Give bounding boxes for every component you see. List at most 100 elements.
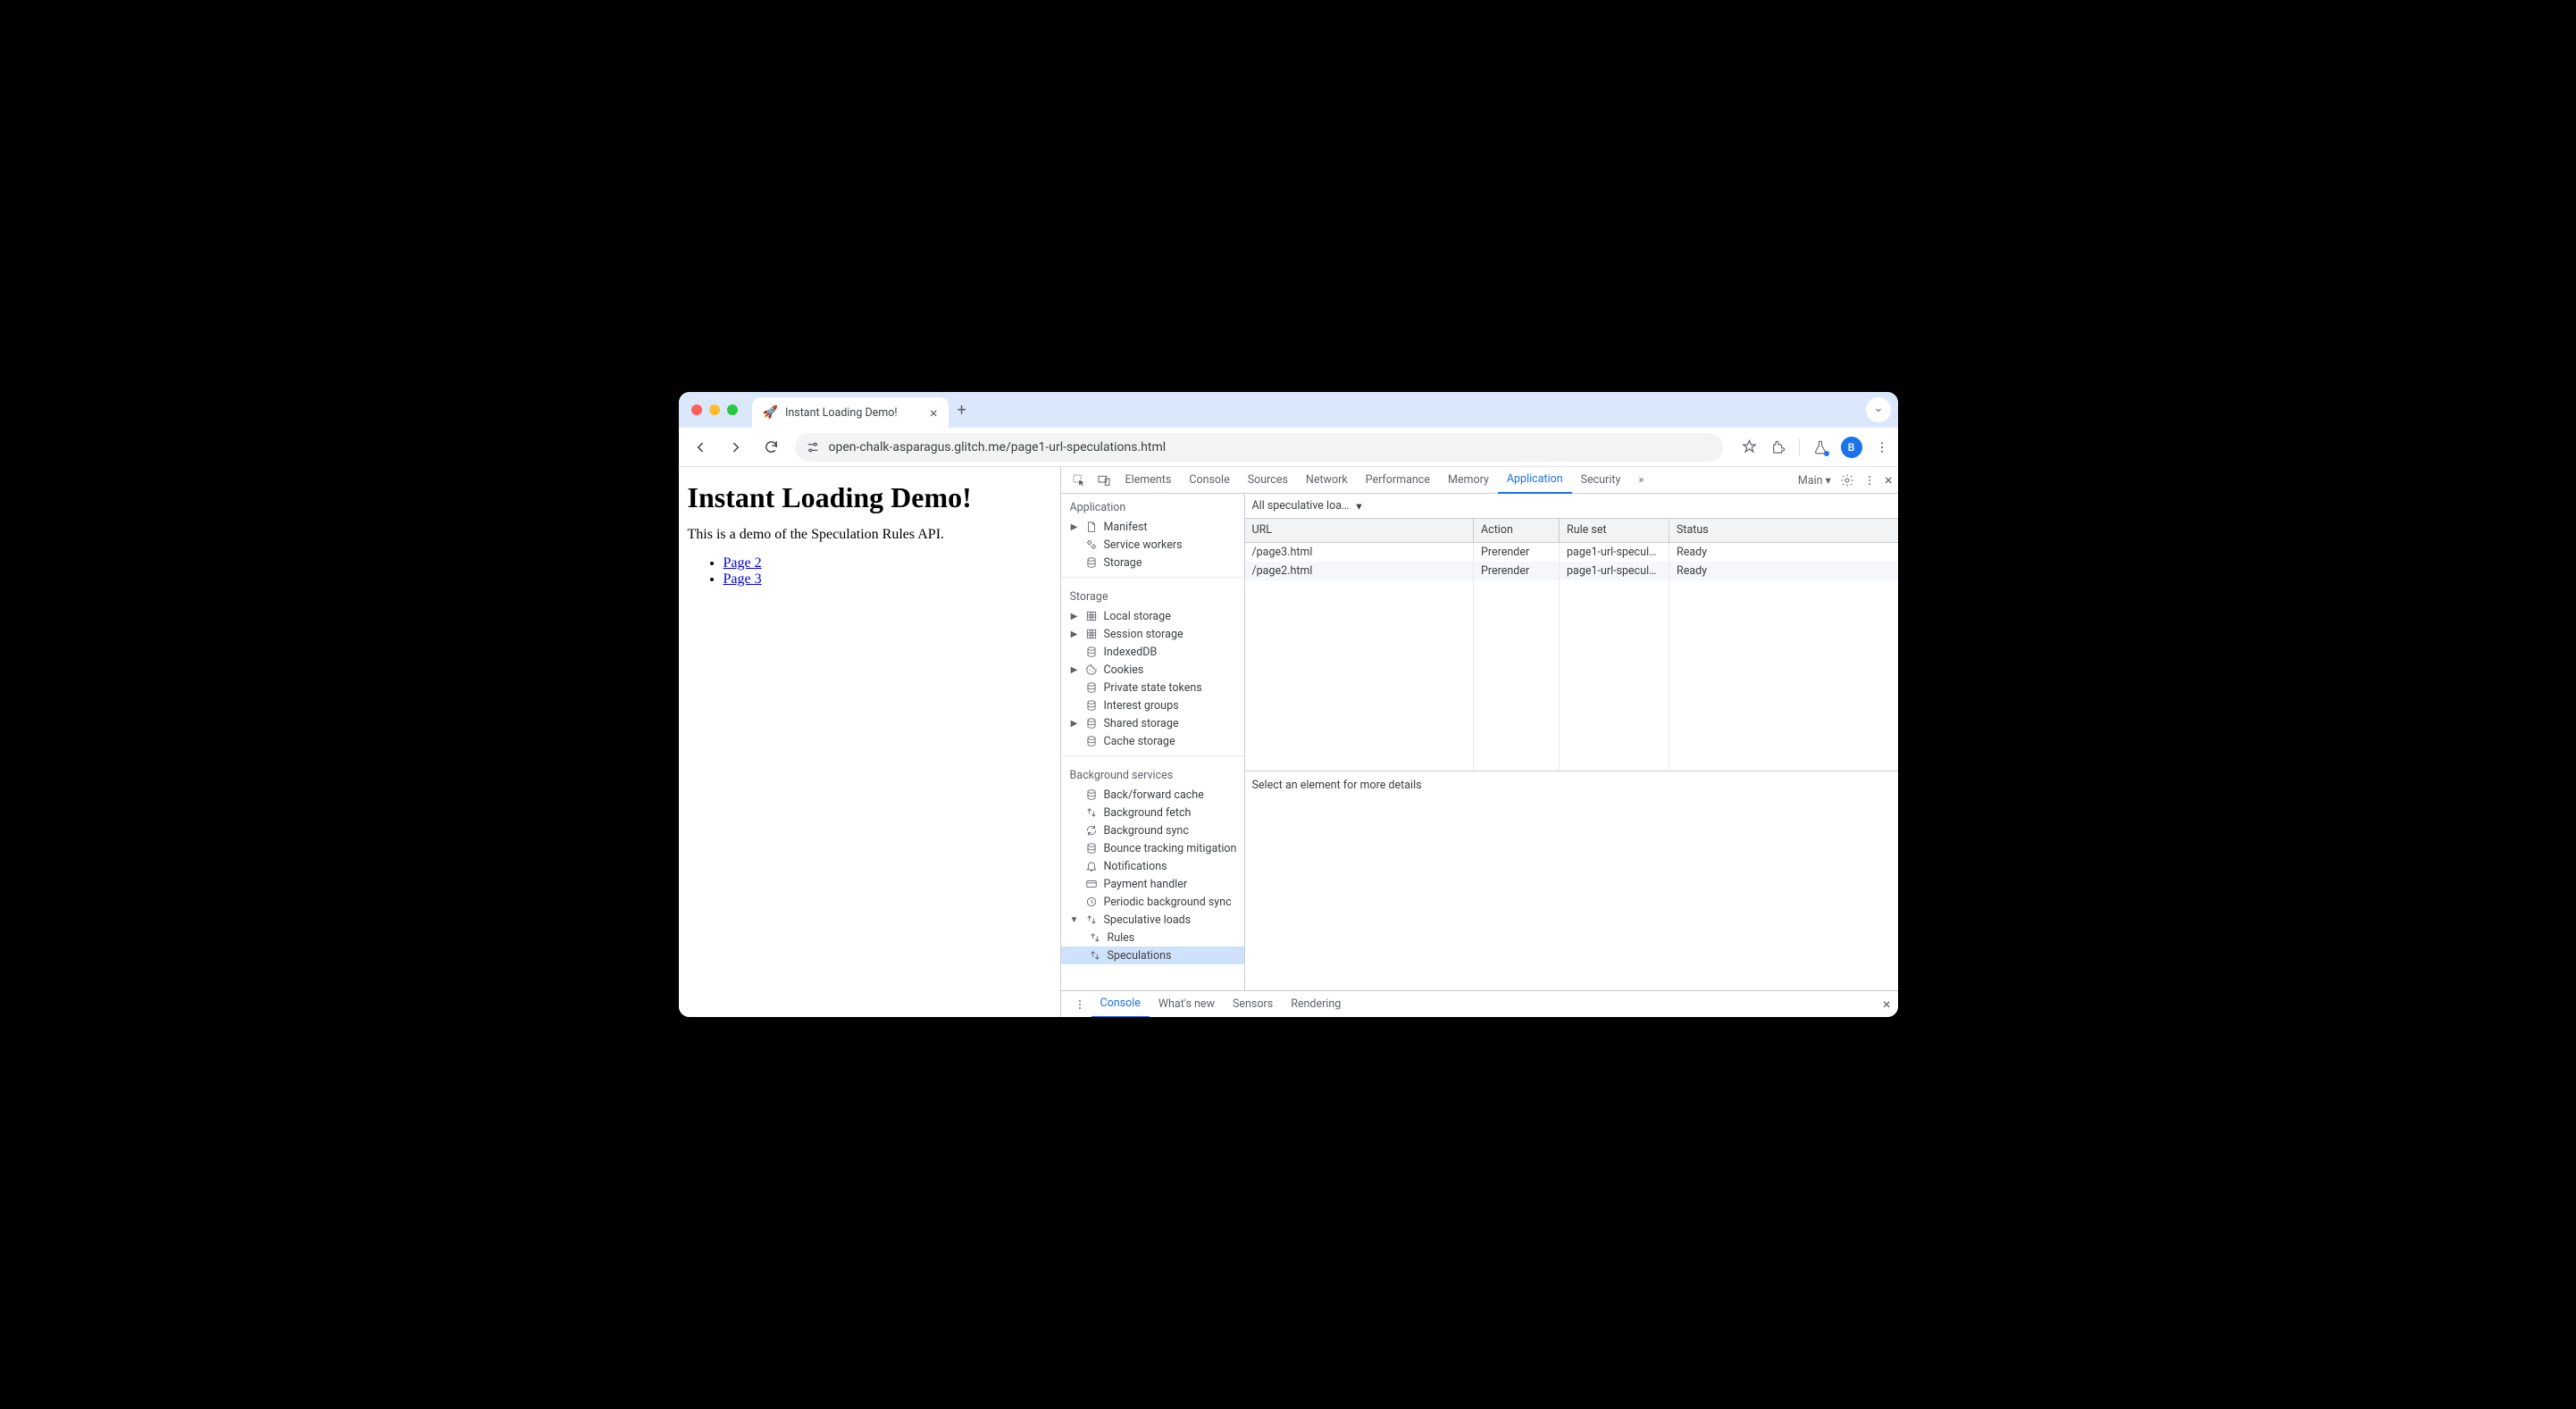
col-action[interactable]: Action xyxy=(1474,519,1560,542)
sidebar-item-label: Periodic background sync xyxy=(1104,896,1232,909)
sidebar-item[interactable]: Cache storage xyxy=(1061,732,1244,750)
drawer-tab-rendering[interactable]: Rendering xyxy=(1282,991,1350,1018)
table-empty-area xyxy=(1245,580,1898,772)
sidebar-item[interactable]: ▶Shared storage xyxy=(1061,714,1244,732)
omnibox[interactable]: open-chalk-asparagus.glitch.me/page1-url… xyxy=(795,433,1723,462)
sidebar-item[interactable]: Private state tokens xyxy=(1061,679,1244,696)
tab-overflow-button[interactable] xyxy=(1866,397,1891,422)
back-button[interactable] xyxy=(688,435,713,460)
tab-elements[interactable]: Elements xyxy=(1117,467,1181,494)
col-url[interactable]: URL xyxy=(1245,519,1474,542)
sidebar-item-label: Background sync xyxy=(1104,824,1189,838)
tab-favicon: 🚀 xyxy=(763,405,778,420)
labs-button[interactable] xyxy=(1812,439,1828,455)
db-icon xyxy=(1084,681,1099,694)
device-toolbar-button[interactable] xyxy=(1091,473,1117,488)
sidebar-item[interactable]: Storage xyxy=(1061,554,1244,571)
cell-action: Prerender xyxy=(1474,562,1560,580)
file-icon xyxy=(1084,521,1099,533)
application-main-panel: All speculative loa… ▾ URL Action Rule s… xyxy=(1245,494,1898,990)
drawer-tab-sensors[interactable]: Sensors xyxy=(1224,991,1282,1018)
sidebar-item[interactable]: IndexedDB xyxy=(1061,643,1244,661)
sidebar-item[interactable]: Background fetch xyxy=(1061,804,1244,821)
kebab-icon xyxy=(1863,474,1876,487)
sidebar-item[interactable]: Rules xyxy=(1061,929,1244,946)
sidebar-group-header: Background services xyxy=(1061,762,1244,786)
tab-network[interactable]: Network xyxy=(1297,467,1357,494)
drawer-tab-whatsnew[interactable]: What's new xyxy=(1150,991,1224,1018)
sidebar-item[interactable]: ▶Manifest xyxy=(1061,518,1244,536)
sidebar-item[interactable]: Interest groups xyxy=(1061,696,1244,714)
tab-performance[interactable]: Performance xyxy=(1357,467,1439,494)
sidebar-item[interactable]: Service workers xyxy=(1061,536,1244,554)
card-icon xyxy=(1084,878,1099,890)
sidebar-item-label: Service workers xyxy=(1104,538,1183,552)
browser-menu-button[interactable] xyxy=(1875,440,1889,454)
devtools-menu-button[interactable] xyxy=(1863,474,1876,487)
updown-icon xyxy=(1084,806,1099,819)
tab-memory[interactable]: Memory xyxy=(1439,467,1498,494)
db-icon xyxy=(1084,735,1099,747)
close-devtools-button[interactable]: × xyxy=(1885,471,1893,488)
devtools-settings-button[interactable] xyxy=(1840,473,1854,488)
gears-icon xyxy=(1084,538,1099,551)
tab-console[interactable]: Console xyxy=(1180,467,1238,494)
close-tab-icon[interactable]: × xyxy=(930,404,938,421)
inspect-icon xyxy=(1072,473,1086,488)
kebab-icon xyxy=(1074,998,1086,1011)
sidebar-item[interactable]: ▶Session storage xyxy=(1061,625,1244,643)
sidebar-item[interactable]: ▶Cookies xyxy=(1061,661,1244,679)
separator xyxy=(1799,438,1800,456)
sidebar-item-label: Speculative loads xyxy=(1104,913,1192,927)
drawer-tab-console[interactable]: Console xyxy=(1091,991,1150,1018)
sidebar-item[interactable]: Bounce tracking mitigation xyxy=(1061,839,1244,857)
sidebar-item[interactable]: Back/forward cache xyxy=(1061,786,1244,804)
sidebar-item[interactable]: Notifications xyxy=(1061,857,1244,875)
sidebar-item[interactable]: Background sync xyxy=(1061,821,1244,839)
speculation-filter-dropdown[interactable]: All speculative loa… ▾ xyxy=(1252,499,1362,513)
table-row[interactable]: /page2.htmlPrerenderpage1-url-specul…Rea… xyxy=(1245,562,1898,580)
bookmark-button[interactable] xyxy=(1741,438,1758,455)
minimize-window-button[interactable] xyxy=(709,404,720,415)
star-icon xyxy=(1741,438,1758,455)
table-row[interactable]: /page3.htmlPrerenderpage1-url-specul…Rea… xyxy=(1245,542,1898,562)
updown-icon xyxy=(1088,931,1102,944)
page-viewport: Instant Loading Demo! This is a demo of … xyxy=(679,467,1060,1017)
sidebar-item[interactable]: ▼Speculative loads xyxy=(1061,911,1244,929)
profile-avatar[interactable]: B xyxy=(1841,437,1862,458)
tab-application[interactable]: Application xyxy=(1498,467,1572,494)
target-selector[interactable]: Main ▾ xyxy=(1798,473,1831,488)
sidebar-item[interactable]: Periodic background sync xyxy=(1061,893,1244,911)
browser-window: 🚀 Instant Loading Demo! × + open-chalk-a… xyxy=(679,392,1898,1017)
drawer-menu-button[interactable] xyxy=(1068,998,1091,1011)
close-window-button[interactable] xyxy=(691,404,702,415)
sidebar-item[interactable]: Payment handler xyxy=(1061,875,1244,893)
close-drawer-button[interactable]: × xyxy=(1883,996,1891,1013)
sidebar-group-header: Storage xyxy=(1061,583,1244,607)
sidebar-item-label: Local storage xyxy=(1104,610,1171,623)
cell-ruleset: page1-url-specul… xyxy=(1560,542,1669,562)
tab-security[interactable]: Security xyxy=(1572,467,1630,494)
cookie-icon xyxy=(1084,663,1099,676)
maximize-window-button[interactable] xyxy=(727,404,738,415)
col-ruleset[interactable]: Rule set xyxy=(1560,519,1669,542)
sidebar-item-label: Interest groups xyxy=(1104,699,1179,713)
col-status[interactable]: Status xyxy=(1669,519,1898,542)
sidebar-item[interactable]: ▶Local storage xyxy=(1061,607,1244,625)
reload-icon xyxy=(764,439,779,454)
sidebar-item[interactable]: Speculations xyxy=(1061,946,1244,964)
new-tab-button[interactable]: + xyxy=(958,401,966,420)
extensions-button[interactable] xyxy=(1770,439,1786,455)
tab-sources[interactable]: Sources xyxy=(1239,467,1297,494)
sidebar-item-label: Notifications xyxy=(1104,860,1167,873)
sidebar-item-label: Back/forward cache xyxy=(1104,788,1204,802)
browser-tab[interactable]: 🚀 Instant Loading Demo! × xyxy=(752,397,949,428)
site-settings-icon[interactable] xyxy=(806,440,820,454)
forward-button[interactable] xyxy=(723,435,749,460)
page-link[interactable]: Page 2 xyxy=(723,555,762,571)
sidebar-item-label: Shared storage xyxy=(1104,717,1179,730)
tabs-overflow[interactable]: » xyxy=(1629,467,1652,494)
inspect-element-button[interactable] xyxy=(1066,473,1091,488)
reload-button[interactable] xyxy=(759,435,784,460)
page-link[interactable]: Page 3 xyxy=(723,571,762,587)
